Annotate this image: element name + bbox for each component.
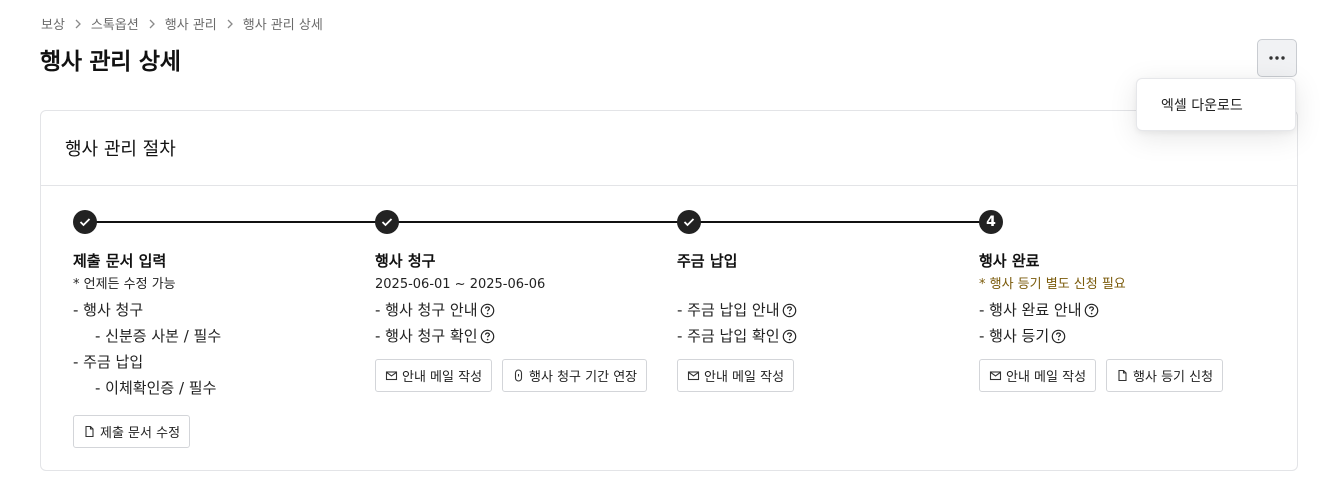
help-circle-icon[interactable] <box>480 329 495 344</box>
progress-connector-1 <box>85 221 387 223</box>
help-circle-icon[interactable] <box>1051 329 1066 344</box>
help-circle-icon[interactable] <box>782 303 797 318</box>
breadcrumb-item-stock-options[interactable]: 스톡옵션 <box>91 14 139 33</box>
step-subtitle <box>677 275 967 297</box>
list-item: - 행사 청구 안내 <box>375 297 665 323</box>
list-item: - 신분증 사본 / 필수 <box>95 327 222 345</box>
list-item-label: - 주금 납입 확인 <box>677 327 780 345</box>
list-item: - 주금 납입 <box>73 353 144 371</box>
button-label: 안내 메일 작성 <box>704 370 785 385</box>
button-label: 행사 청구 기간 연장 <box>529 370 638 385</box>
list-item-label: - 행사 청구 확인 <box>375 327 478 345</box>
button-label: 행사 등기 신청 <box>1133 370 1214 385</box>
more-horizontal-icon <box>1268 55 1286 61</box>
stopwatch-icon <box>512 369 525 382</box>
breadcrumb-item-compensation[interactable]: 보상 <box>41 14 65 33</box>
apply-registration-button[interactable]: 행사 등기 신청 <box>1106 359 1224 392</box>
step-title: 제출 문서 입력 <box>73 252 167 270</box>
write-guide-mail-button[interactable]: 안내 메일 작성 <box>677 359 795 392</box>
breadcrumb-item-exercise-management[interactable]: 행사 관리 <box>165 14 217 33</box>
registration-notice: * 행사 등기 별도 신청 필요 <box>979 277 1126 292</box>
list-item-label: - 주금 납입 안내 <box>677 301 780 319</box>
progress-connector-3 <box>689 221 991 223</box>
help-circle-icon[interactable] <box>782 329 797 344</box>
page-title: 행사 관리 상세 <box>40 49 181 75</box>
step-2-check-icon <box>375 210 399 234</box>
extend-request-period-button[interactable]: 행사 청구 기간 연장 <box>502 359 648 392</box>
more-options-button[interactable] <box>1257 39 1297 77</box>
breadcrumb-item-current: 행사 관리 상세 <box>242 18 323 33</box>
document-icon <box>1116 369 1129 382</box>
step-3-check-icon <box>677 210 701 234</box>
step-exercise-complete: 행사 완료 * 행사 등기 별도 신청 필요 - 행사 완료 안내 - 행사 등… <box>979 251 1269 392</box>
help-circle-icon[interactable] <box>480 303 495 318</box>
step-1-check-icon <box>73 210 97 234</box>
step-payment: 주금 납입 - 주금 납입 안내 - 주금 납입 확인 안내 메일 작성 <box>677 251 967 392</box>
step-title: 주금 납입 <box>677 252 738 270</box>
card-title: 행사 관리 절차 <box>41 111 1297 186</box>
write-guide-mail-button[interactable]: 안내 메일 작성 <box>375 359 493 392</box>
step-submit-documents: 제출 문서 입력 * 언제든 수정 가능 - 행사 청구 - 신분증 사본 / … <box>73 251 363 448</box>
write-guide-mail-button[interactable]: 안내 메일 작성 <box>979 359 1097 392</box>
button-label: 안내 메일 작성 <box>1006 370 1087 385</box>
list-item-label: - 행사 청구 안내 <box>375 301 478 319</box>
step-subtitle: * 언제든 수정 가능 <box>73 277 176 292</box>
list-item: - 행사 청구 <box>73 301 144 319</box>
mail-icon <box>989 369 1002 382</box>
procedure-card: 행사 관리 절차 4 제출 문서 입력 * 언제든 수정 가능 - 행사 청구 … <box>40 110 1298 471</box>
progress-connector-2 <box>387 221 689 223</box>
chevron-right-icon <box>148 19 156 29</box>
button-label: 제출 문서 수정 <box>100 426 181 441</box>
step-4-number: 4 <box>979 210 1003 234</box>
mail-icon <box>687 369 700 382</box>
step-title: 행사 청구 <box>375 252 436 270</box>
help-circle-icon[interactable] <box>1084 303 1099 318</box>
breadcrumb: 보상 스톡옵션 행사 관리 행사 관리 상세 <box>41 14 323 33</box>
step-title: 행사 완료 <box>979 252 1040 270</box>
more-options-menu: 엑셀 다운로드 <box>1136 78 1296 131</box>
menu-item-excel-download[interactable]: 엑셀 다운로드 <box>1161 95 1243 115</box>
list-item: - 주금 납입 안내 <box>677 297 967 323</box>
edit-documents-button[interactable]: 제출 문서 수정 <box>73 415 191 448</box>
step-period: 2025-06-01 ~ 2025-06-06 <box>375 277 546 292</box>
chevron-right-icon <box>74 19 82 29</box>
list-item-label: - 행사 완료 안내 <box>979 301 1082 319</box>
list-item: - 행사 청구 확인 <box>375 323 665 349</box>
button-label: 안내 메일 작성 <box>402 370 483 385</box>
mail-icon <box>385 369 398 382</box>
list-item: - 주금 납입 확인 <box>677 323 967 349</box>
step-exercise-request: 행사 청구 2025-06-01 ~ 2025-06-06 - 행사 청구 안내… <box>375 251 665 392</box>
list-item: - 이체확인증 / 필수 <box>95 379 217 397</box>
chevron-right-icon <box>226 19 234 29</box>
list-item-label: - 행사 등기 <box>979 327 1050 345</box>
document-icon <box>83 425 96 438</box>
list-item: - 행사 완료 안내 <box>979 297 1269 323</box>
list-item: - 행사 등기 <box>979 323 1269 349</box>
